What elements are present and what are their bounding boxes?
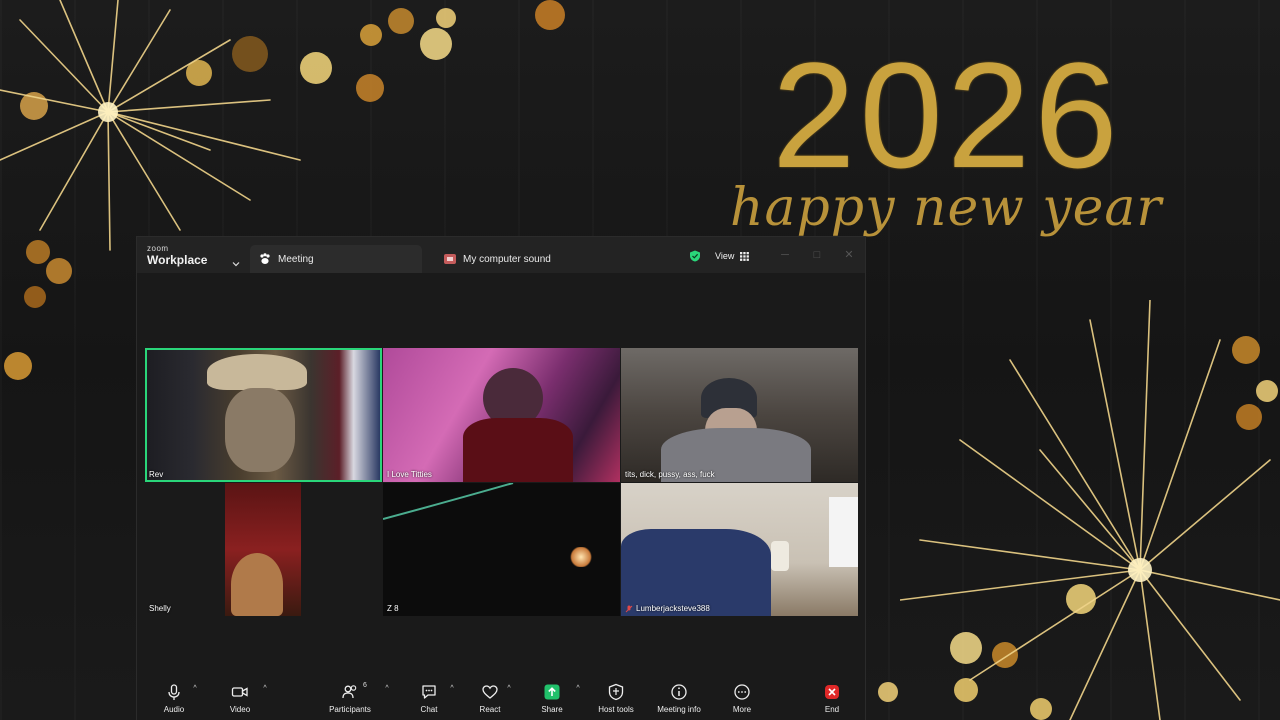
light-streak	[383, 483, 514, 520]
video-label: Video	[229, 705, 251, 714]
video-gallery: Rev I Love Titties tits, dick, pussy, as…	[145, 348, 858, 616]
view-button[interactable]: View	[707, 246, 759, 266]
participant-name: I Love Titties	[387, 470, 432, 479]
bokeh-light	[4, 352, 32, 380]
heart-icon	[482, 685, 498, 699]
new-year-heading: 2026	[772, 31, 1122, 199]
participant-name: Z 8	[387, 604, 399, 613]
participant-name: Rev	[149, 470, 164, 479]
participants-options-caret[interactable]: ^	[383, 685, 391, 693]
bokeh-light	[46, 258, 72, 284]
bokeh-light	[535, 0, 565, 30]
minimize-icon[interactable]: ─	[779, 249, 791, 261]
shirt-shape	[463, 418, 573, 482]
chat-icon	[422, 685, 436, 699]
host-tools-label: Host tools	[598, 705, 634, 714]
video-button[interactable]: Video	[225, 683, 255, 717]
microphone-icon	[168, 684, 180, 700]
bokeh-light	[420, 28, 452, 60]
shield-icon	[608, 683, 624, 701]
meeting-toolbar: Audio ^ Video ^ Participants 6 ^ Chat ^ …	[137, 677, 865, 720]
chat-options-caret[interactable]: ^	[448, 685, 456, 693]
paw-icon	[260, 253, 270, 264]
video-tile-participant-3[interactable]: tits, dick, pussy, ass, fuck	[621, 348, 858, 482]
video-tile-z8[interactable]: Z 8	[383, 483, 620, 616]
tab-computer-sound-label: My computer sound	[463, 253, 551, 265]
chat-button[interactable]: Chat	[415, 683, 443, 717]
bokeh-light	[878, 682, 898, 702]
end-meeting-button[interactable]: End	[819, 683, 845, 717]
audio-button[interactable]: Audio	[159, 683, 189, 717]
react-button[interactable]: React	[476, 683, 504, 717]
video-tile-lumberjacksteve[interactable]: Lumberjacksteve388	[621, 483, 858, 616]
more-label: More	[732, 705, 752, 714]
bokeh-light	[436, 8, 456, 28]
lamp-shape	[771, 541, 789, 571]
more-icon	[734, 684, 750, 700]
close-icon[interactable]: ✕	[843, 249, 855, 261]
video-tile-participant-2[interactable]: I Love Titties	[383, 348, 620, 482]
video-camera-icon	[231, 687, 248, 697]
chat-label: Chat	[420, 705, 438, 714]
share-button[interactable]: Share	[538, 683, 566, 717]
share-options-caret[interactable]: ^	[574, 685, 582, 693]
bokeh-light	[360, 24, 382, 46]
bokeh-light	[388, 8, 414, 34]
zoom-workplace-menu[interactable]: zoom Workplace	[147, 244, 240, 269]
video-tile-rev[interactable]: Rev	[145, 348, 382, 482]
audio-label: Audio	[163, 705, 185, 714]
participants-label: Participants	[329, 705, 371, 714]
face-shape	[225, 388, 295, 472]
tab-meeting-label: Meeting	[278, 253, 314, 265]
share-label: Share	[541, 705, 563, 714]
title-bar: zoom Workplace Meeting My computer sound…	[137, 237, 865, 273]
window-shape	[829, 497, 858, 567]
brand-name: Workplace	[147, 253, 208, 267]
new-year-tagline: happy new year	[730, 178, 1163, 238]
mic-muted-icon	[625, 605, 633, 612]
lamp-glow	[569, 547, 593, 567]
tab-computer-sound[interactable]: My computer sound	[437, 245, 617, 273]
bokeh-light	[356, 74, 384, 102]
info-icon	[671, 684, 687, 700]
host-tools-button[interactable]: Host tools	[595, 683, 637, 717]
shield-icon[interactable]	[689, 250, 701, 262]
end-label: End	[824, 705, 840, 714]
participant-name: Lumberjacksteve388	[625, 604, 710, 613]
grid-icon	[740, 251, 750, 261]
bokeh-light	[24, 286, 46, 308]
maximize-icon[interactable]: □	[811, 249, 823, 261]
blanket-shape	[621, 529, 771, 616]
more-button[interactable]: More	[727, 683, 757, 717]
react-options-caret[interactable]: ^	[505, 685, 513, 693]
meeting-info-button[interactable]: Meeting info	[651, 683, 707, 717]
firework-burst	[0, 0, 301, 251]
participant-name: Shelly	[149, 604, 171, 613]
firework-burst	[900, 300, 1280, 720]
react-label: React	[479, 705, 501, 714]
tab-meeting[interactable]: Meeting	[250, 245, 422, 273]
participants-icon	[342, 685, 357, 699]
video-options-caret[interactable]: ^	[261, 685, 269, 693]
end-call-icon	[825, 685, 839, 699]
zoom-meeting-window: zoom Workplace Meeting My computer sound…	[136, 236, 866, 720]
speaker-icon	[444, 254, 456, 264]
brand-top: zoom	[147, 244, 169, 253]
hat-shape	[207, 354, 307, 390]
meeting-info-label: Meeting info	[657, 705, 701, 714]
view-label: View	[715, 251, 735, 261]
video-tile-shelly[interactable]: Shelly	[145, 483, 382, 616]
audio-options-caret[interactable]: ^	[191, 685, 199, 693]
participant-name: tits, dick, pussy, ass, fuck	[625, 470, 715, 479]
chevron-down-icon	[232, 262, 240, 267]
share-screen-icon	[544, 684, 560, 700]
participants-count: 6	[363, 682, 367, 689]
hair-shape	[231, 553, 283, 616]
